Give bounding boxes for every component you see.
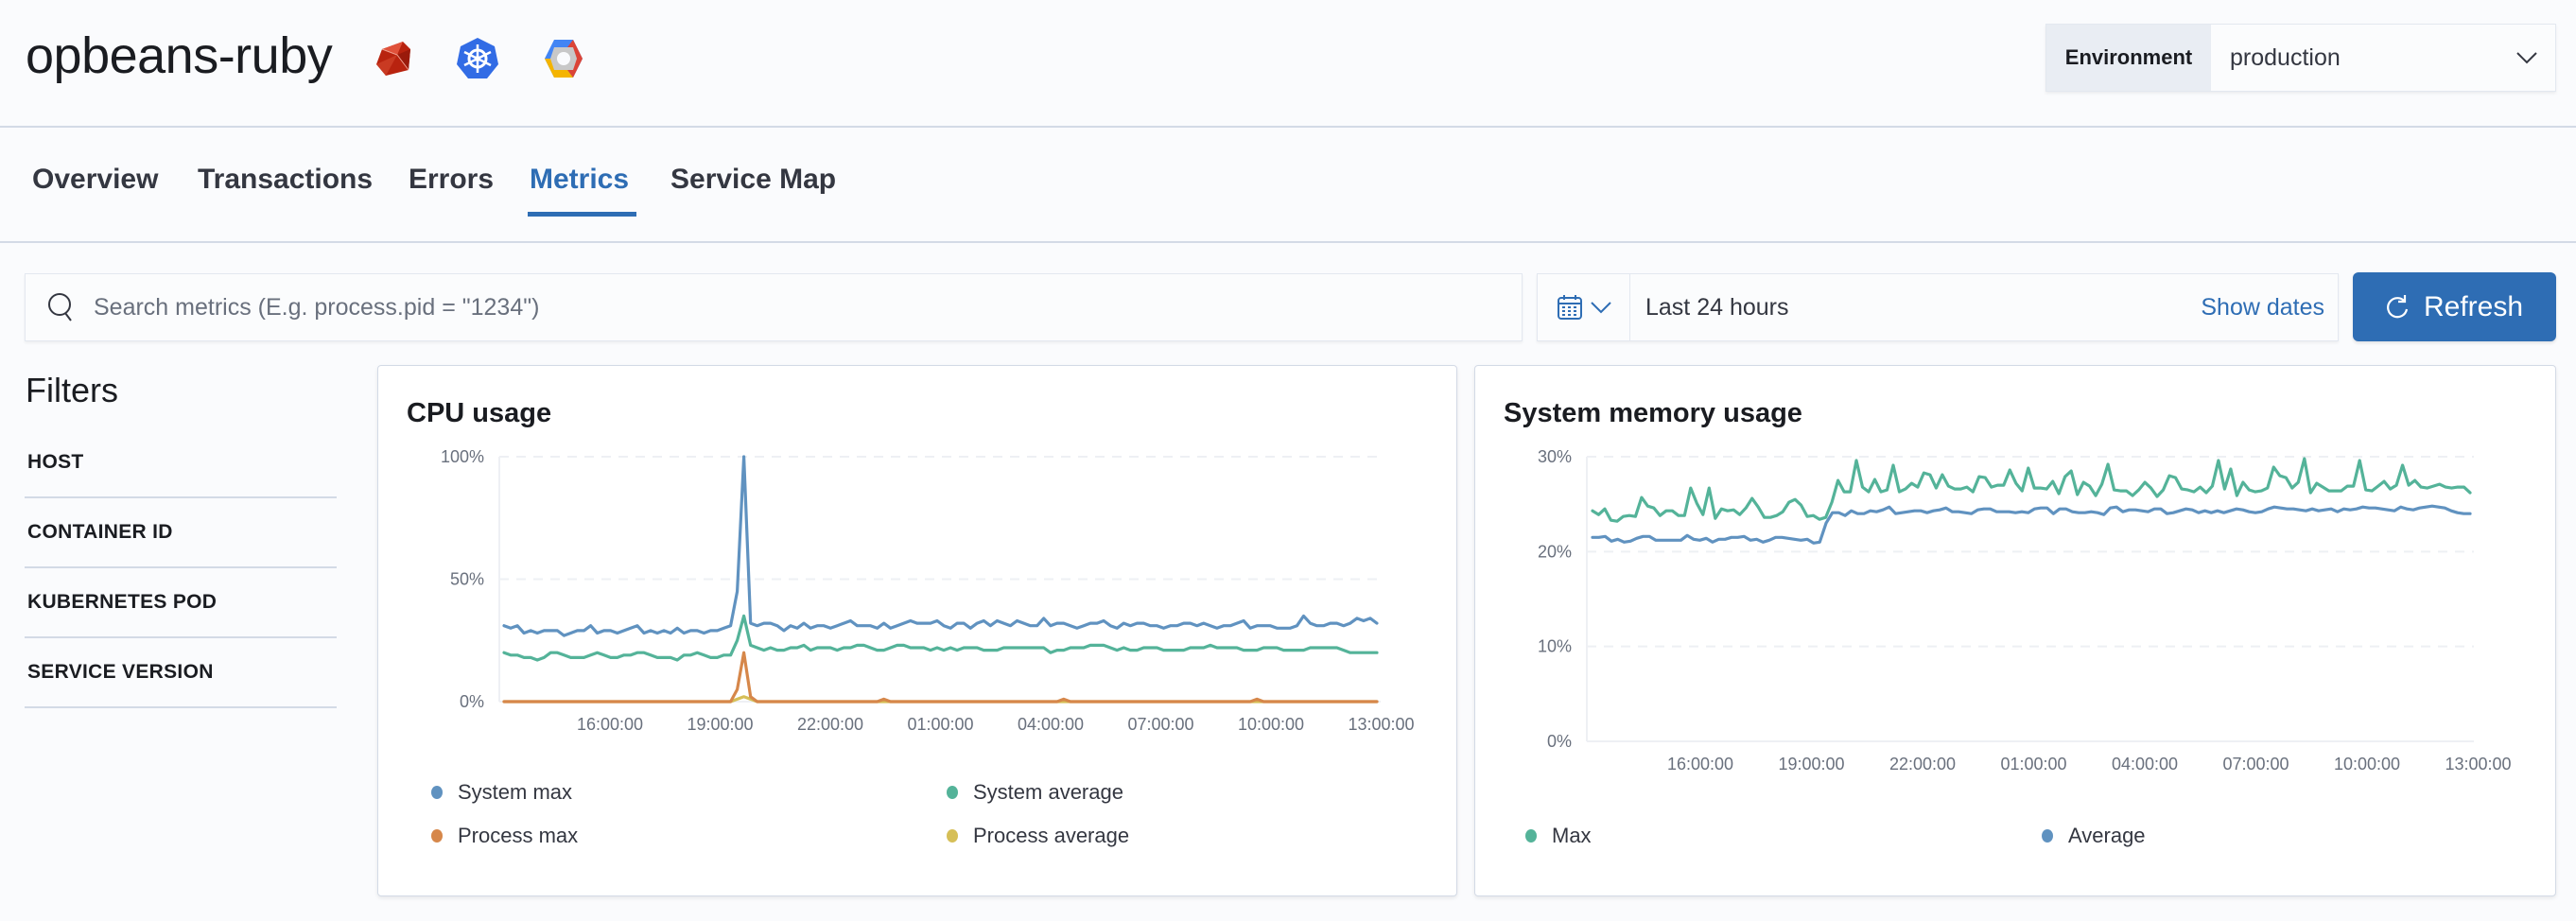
legend-label: System average <box>973 780 1123 804</box>
legend-item[interactable]: System average <box>947 780 1123 805</box>
legend-label: Max <box>1552 824 1592 847</box>
x-tick-label: 04:00:00 <box>1018 715 1084 734</box>
legend-item[interactable]: Max <box>1525 824 1592 848</box>
y-tick-label: 0% <box>460 692 484 711</box>
y-tick-label: 100% <box>441 447 484 466</box>
series-line-process-max <box>502 651 1379 704</box>
quick-select-button[interactable] <box>1538 274 1630 340</box>
tab-overview[interactable]: Overview <box>32 164 158 207</box>
x-tick-label: 01:00:00 <box>907 715 973 734</box>
refresh-label: Refresh <box>2423 290 2524 322</box>
ruby-icon <box>376 42 410 76</box>
date-picker: Last 24 hours Show dates <box>1537 273 2339 341</box>
legend-label: Average <box>2068 824 2146 847</box>
cpu-usage-panel: CPU usage 0% 50% 100% 16:00:00 19:00:00 22:00… <box>377 365 1457 896</box>
x-tick-label: 13:00:00 <box>1348 715 1414 734</box>
y-tick-label: 0% <box>1547 732 1572 751</box>
memory-usage-panel: System memory usage 0% 10% 20% 30% 16:00:00 1… <box>1474 365 2556 896</box>
x-tick-label: 07:00:00 <box>2222 755 2289 773</box>
x-tick-label: 16:00:00 <box>1667 755 1733 773</box>
x-tick-label: 07:00:00 <box>1127 715 1193 734</box>
google-cloud-icon <box>545 40 583 78</box>
legend-dot <box>431 829 443 843</box>
legend-dot <box>431 786 443 799</box>
search-icon <box>48 293 72 321</box>
kubernetes-icon <box>457 38 498 78</box>
chevron-down-icon <box>1590 302 1611 314</box>
cpu-usage-chart[interactable]: 0% 50% 100% 16:00:00 19:00:00 22:00:00 01:00:0… <box>378 366 1458 897</box>
refresh-icon <box>2387 294 2409 318</box>
memory-usage-chart[interactable]: 0% 10% 20% 30% 16:00:00 19:00:00 22:00:00 01:00… <box>1475 366 2557 897</box>
environment-select[interactable]: Environment production <box>2045 24 2556 92</box>
y-tick-label: 50% <box>450 570 484 589</box>
y-tick-label: 20% <box>1538 542 1572 561</box>
x-tick-label: 04:00:00 <box>2112 755 2178 773</box>
x-tick-label: 19:00:00 <box>687 715 753 734</box>
y-tick-label: 10% <box>1538 637 1572 656</box>
legend-dot <box>2042 829 2053 843</box>
calendar-icon <box>1557 295 1582 320</box>
filter-container-id[interactable]: CONTAINER ID <box>25 498 337 568</box>
search-input[interactable] <box>94 293 1522 321</box>
x-tick-label: 19:00:00 <box>1778 755 1844 773</box>
filter-host[interactable]: HOST <box>25 428 337 498</box>
legend-item[interactable]: Process average <box>947 824 1129 848</box>
x-tick-label: 10:00:00 <box>1238 715 1304 734</box>
x-tick-label: 01:00:00 <box>2000 755 2066 773</box>
search-bar <box>25 273 1523 341</box>
x-tick-label: 16:00:00 <box>577 715 643 734</box>
filter-service-version[interactable]: SERVICE VERSION <box>25 638 337 708</box>
legend-label: Process average <box>973 824 1130 847</box>
legend-dot <box>947 786 958 799</box>
legend-item[interactable]: Process max <box>431 824 578 848</box>
x-tick-label: 13:00:00 <box>2445 755 2511 773</box>
environment-value: production <box>2230 43 2341 71</box>
tab-transactions[interactable]: Transactions <box>198 164 373 207</box>
tab-metrics[interactable]: Metrics <box>527 164 637 217</box>
refresh-button[interactable]: Refresh <box>2353 272 2556 341</box>
chevron-down-icon[interactable] <box>2498 51 2555 64</box>
legend-dot <box>947 829 958 843</box>
legend-label: System max <box>458 780 573 804</box>
series-line-system-max <box>502 455 1379 637</box>
service-header: opbeans-ruby Environment production <box>0 0 2576 128</box>
series-line-average <box>1591 504 2472 545</box>
tab-service-map[interactable]: Service Map <box>670 164 836 207</box>
environment-label: Environment <box>2046 25 2211 91</box>
date-range-text[interactable]: Last 24 hours <box>1630 294 2201 321</box>
x-tick-label: 22:00:00 <box>797 715 863 734</box>
x-tick-label: 22:00:00 <box>1889 755 1956 773</box>
tab-errors[interactable]: Errors <box>409 164 494 207</box>
x-tick-label: 10:00:00 <box>2334 755 2400 773</box>
legend-item[interactable]: System max <box>431 780 572 805</box>
filter-kubernetes-pod[interactable]: KUBERNETES POD <box>25 568 337 638</box>
filters-title: Filters <box>26 371 118 409</box>
tab-bar: Overview Transactions Errors Metrics Ser… <box>0 130 2576 243</box>
legend-label: Process max <box>458 824 579 847</box>
legend-item[interactable]: Average <box>2042 824 2146 848</box>
legend-dot <box>1525 829 1537 843</box>
show-dates-link[interactable]: Show dates <box>2201 294 2338 321</box>
y-tick-label: 30% <box>1538 447 1572 466</box>
service-title: opbeans-ruby <box>26 27 333 84</box>
